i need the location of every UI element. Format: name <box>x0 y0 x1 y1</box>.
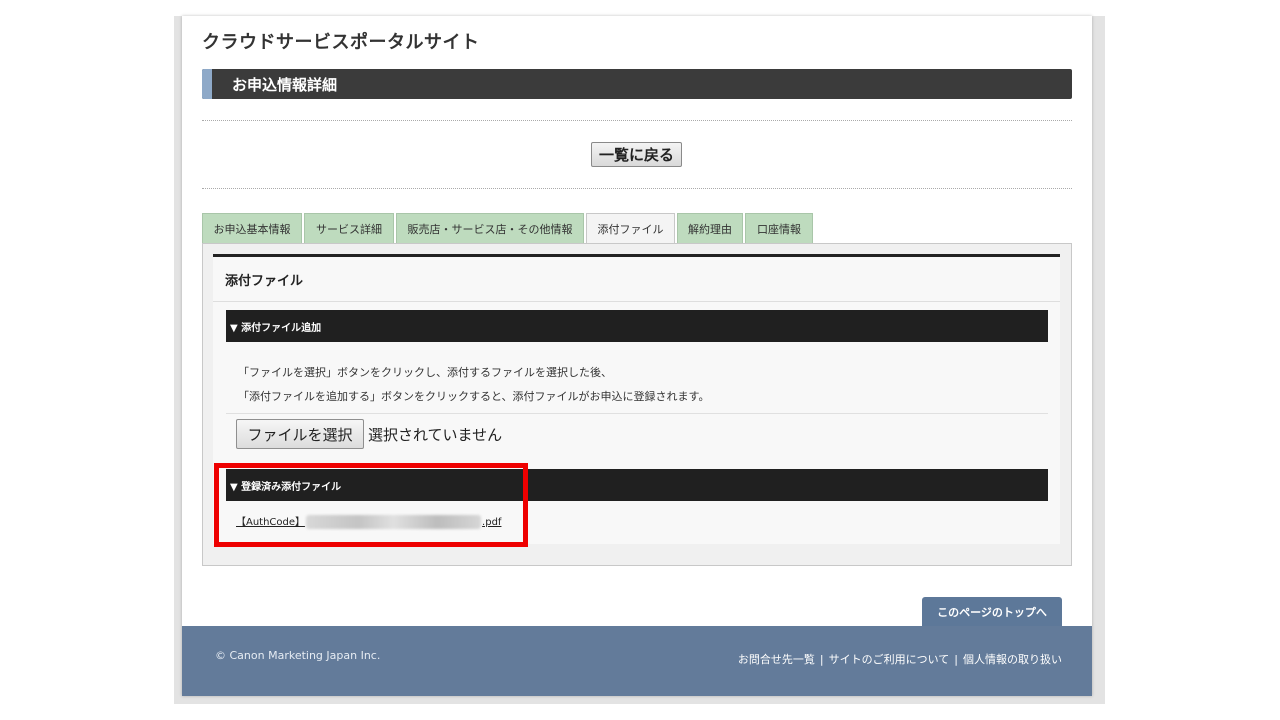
copyright: © Canon Marketing Japan Inc. <box>215 649 381 662</box>
tab-attachments[interactable]: 添付ファイル <box>586 213 675 244</box>
divider-top <box>202 120 1072 121</box>
section-header-accent <box>202 69 212 99</box>
instruction-line-2: 「添付ファイルを追加する」ボタンをクリックすると、添付ファイルがお申込に登録され… <box>238 390 710 403</box>
file-status-text: 選択されていません <box>368 426 503 444</box>
panel-title-divider <box>213 301 1060 302</box>
footer-link-contact[interactable]: お問合せ先一覧 <box>738 651 815 667</box>
highlight-box <box>214 463 528 547</box>
section-header: お申込情報詳細 <box>202 69 1072 99</box>
instruction-divider <box>226 413 1048 414</box>
tab-application-basic[interactable]: お申込基本情報 <box>202 213 302 243</box>
footer-separator: | <box>819 652 824 666</box>
site-title: クラウドサービスポータルサイト <box>202 32 480 53</box>
footer-links: お問合せ先一覧 | サイトのご利用について | 個人情報の取り扱い <box>738 651 1062 667</box>
add-attachment-header: ▼ 添付ファイル追加 <box>226 310 1048 342</box>
choose-file-button[interactable]: ファイルを選択 <box>236 419 364 449</box>
divider-bottom <box>202 188 1072 189</box>
add-attachment-label: ▼ 添付ファイル追加 <box>230 323 322 334</box>
section-title: お申込情報詳細 <box>232 76 338 94</box>
tab-service-details[interactable]: サービス詳細 <box>304 213 394 243</box>
footer-link-site-usage[interactable]: サイトのご利用について <box>829 651 950 667</box>
footer-link-privacy[interactable]: 個人情報の取り扱い <box>963 651 1062 667</box>
instruction-line-1: 「ファイルを選択」ボタンをクリックし、添付するファイルを選択した後、 <box>238 366 612 379</box>
tab-cancellation-reason[interactable]: 解約理由 <box>677 213 743 243</box>
page-top-button[interactable]: このページのトップへ <box>922 597 1062 627</box>
tab-account-info[interactable]: 口座情報 <box>745 213 813 243</box>
footer-separator: | <box>954 652 958 666</box>
panel-title: 添付ファイル <box>225 274 304 289</box>
back-to-list-button[interactable]: 一覧に戻る <box>591 142 682 167</box>
tab-dealer-info[interactable]: 販売店・サービス店・その他情報 <box>396 213 584 243</box>
